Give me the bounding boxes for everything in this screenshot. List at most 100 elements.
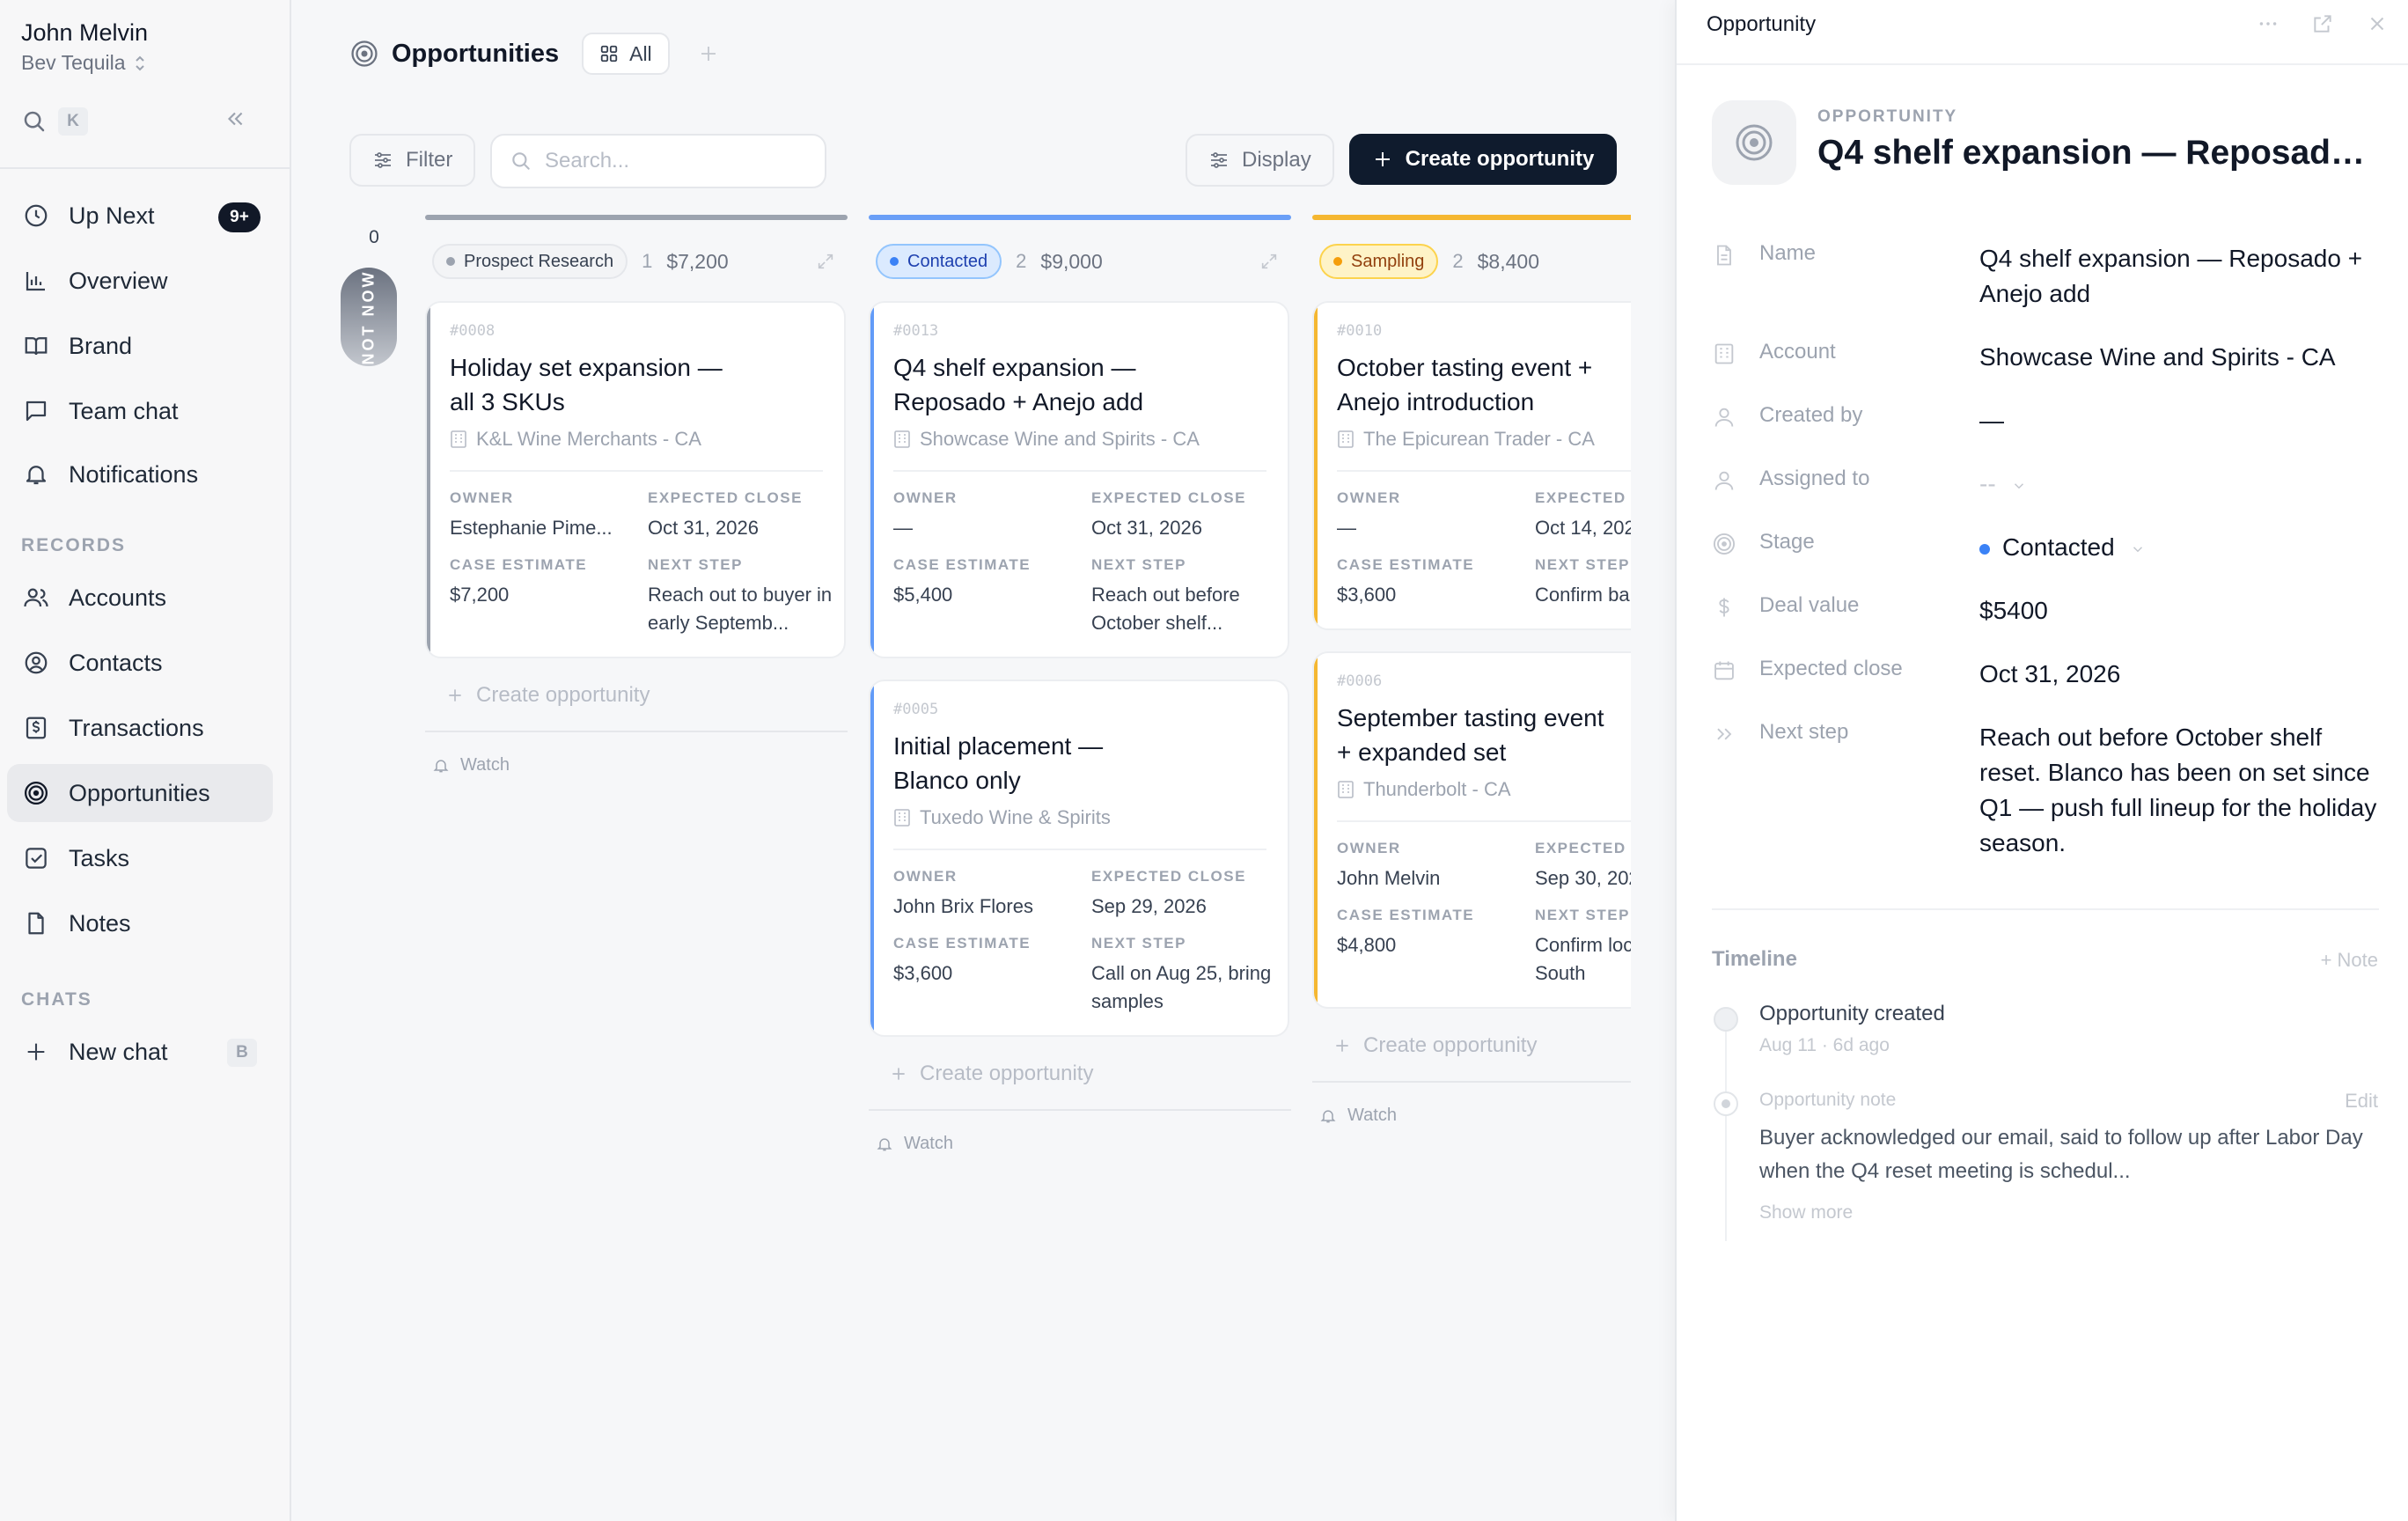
- sidebar-item-notifications[interactable]: Notifications: [7, 445, 273, 503]
- expected-close-label: EXPECTED CLOSE: [1091, 489, 1246, 506]
- sidebar-item-label: Team chat: [69, 397, 179, 424]
- not-now-lane-toggle[interactable]: NOT NOW: [341, 268, 397, 366]
- open-external-icon[interactable]: [2311, 12, 2334, 35]
- opportunity-card[interactable]: #0005 Initial placement — Blanco only Tu…: [869, 680, 1289, 1037]
- search-icon[interactable]: [21, 108, 48, 135]
- user-name[interactable]: John Melvin: [21, 19, 148, 47]
- expected-close-value: Oct 14, 2026: [1535, 517, 1631, 539]
- add-opportunity-button[interactable]: Create opportunity: [425, 683, 848, 708]
- next-step-value: Reach out before October shelf...: [1091, 584, 1240, 634]
- case-estimate-value: $5,400: [893, 584, 953, 606]
- field-label: Created by: [1759, 403, 1863, 427]
- sidebar-item-accounts[interactable]: Accounts: [7, 569, 273, 627]
- card-account: Showcase Wine and Spirits - CA: [893, 428, 1266, 451]
- expected-close-label: EXPECTED CLOSE: [1535, 840, 1631, 856]
- sidebar-item-team-chat[interactable]: Team chat: [7, 382, 273, 440]
- card-id: #0010: [1337, 322, 1383, 340]
- case-estimate-label: CASE ESTIMATE: [1337, 907, 1475, 923]
- deal-value[interactable]: $5400: [1979, 593, 2390, 628]
- next-step-value: Call on Aug 25, bring samples: [1091, 962, 1272, 1012]
- case-estimate-value: $7,200: [450, 584, 510, 606]
- stage-name: Contacted: [907, 251, 988, 271]
- stage-name: Sampling: [1351, 251, 1425, 271]
- bell-icon: [1319, 1107, 1337, 1125]
- sidebar-item-transactions[interactable]: Transactions: [7, 699, 273, 757]
- sidebar-item-label: Up Next: [69, 202, 155, 229]
- create-opportunity-button[interactable]: Create opportunity: [1349, 134, 1617, 185]
- opportunity-card[interactable]: #0010 October tasting event + Anejo intr…: [1312, 301, 1631, 630]
- user-icon: [1712, 405, 1736, 430]
- add-opportunity-button[interactable]: Create opportunity: [1312, 1033, 1631, 1058]
- card-accent: [1314, 653, 1318, 1007]
- stage-value: Contacted: [2002, 533, 2115, 561]
- watch-column-button[interactable]: Watch: [425, 755, 848, 775]
- target-icon: [1712, 532, 1736, 556]
- next-step-value[interactable]: Reach out before October shelf reset. Bl…: [1979, 720, 2390, 861]
- chat-bubble-icon: [21, 396, 51, 426]
- opportunity-card[interactable]: #0006 September tasting event + expanded…: [1312, 651, 1631, 1009]
- opportunity-card[interactable]: #0013 Q4 shelf expansion — Reposado + An…: [869, 301, 1289, 658]
- search-input[interactable]: Search...: [490, 134, 826, 188]
- plus-icon: [21, 1037, 51, 1067]
- new-chat-button[interactable]: New chat B: [7, 1023, 273, 1081]
- sidebar-item-up-next[interactable]: Up Next 9+: [7, 187, 273, 245]
- contact-circle-icon: [21, 648, 51, 678]
- account-value[interactable]: Showcase Wine and Spirits - CA: [1979, 340, 2390, 375]
- view-all-tab[interactable]: All: [582, 33, 670, 75]
- add-opportunity-button[interactable]: Create opportunity: [869, 1062, 1291, 1086]
- add-opportunity-label: Create opportunity: [476, 683, 650, 707]
- collapse-sidebar-icon[interactable]: [224, 107, 246, 130]
- view-label: All: [629, 41, 652, 65]
- card-divider: [893, 849, 1266, 850]
- stage-chip[interactable]: Prospect Research: [432, 244, 628, 279]
- column-sampling: Sampling 2 $8,400 #0010 October tasting …: [1312, 215, 1631, 1126]
- add-view-button[interactable]: [698, 43, 719, 64]
- add-opportunity-label: Create opportunity: [920, 1062, 1094, 1085]
- owner-value: John Brix Flores: [893, 895, 1033, 917]
- expected-close-label: EXPECTED CLOSE: [1091, 868, 1246, 885]
- owner-value: —: [893, 517, 913, 539]
- sidebar-item-opportunities[interactable]: Opportunities: [7, 764, 273, 822]
- watch-label: Watch: [460, 755, 510, 775]
- expand-icon[interactable]: [1259, 252, 1279, 271]
- timeline-event-meta: Aug 11 · 6d ago: [1759, 1035, 1890, 1055]
- building-icon: [1337, 780, 1354, 799]
- add-note-button[interactable]: + Note: [2321, 949, 2378, 972]
- stage-chip[interactable]: Sampling: [1319, 244, 1439, 279]
- close-icon[interactable]: [2366, 12, 2389, 35]
- opportunity-card[interactable]: #0008 Holiday set expansion — all 3 SKUs…: [425, 301, 846, 658]
- assigned-to-select[interactable]: --: [1979, 467, 2390, 502]
- sidebar-search[interactable]: K: [21, 104, 259, 139]
- opportunity-detail-panel: Opportunity OPPORTUNITY Q4 shelf expansi…: [1675, 0, 2408, 1521]
- expand-icon[interactable]: [816, 252, 835, 271]
- more-options-icon[interactable]: [2257, 12, 2280, 35]
- expected-close-value[interactable]: Oct 31, 2026: [1979, 657, 2390, 692]
- sidebar-item-tasks[interactable]: Tasks: [7, 829, 273, 887]
- not-now-label: NOT NOW: [359, 269, 378, 364]
- case-estimate-label: CASE ESTIMATE: [450, 556, 588, 573]
- board-area: Opportunities All Filter Search... Displ…: [291, 0, 1675, 1521]
- sidebar-item-contacts[interactable]: Contacts: [7, 634, 273, 692]
- expected-close-label: EXPECTED CLOSE: [1535, 489, 1631, 506]
- watch-column-button[interactable]: Watch: [1312, 1106, 1631, 1126]
- sliders-icon: [372, 150, 393, 171]
- stage-chip[interactable]: Contacted: [876, 244, 1002, 279]
- show-more-link[interactable]: Show more: [1759, 1202, 1853, 1223]
- filter-button[interactable]: Filter: [349, 134, 476, 187]
- case-estimate-label: CASE ESTIMATE: [893, 556, 1031, 573]
- card-title: Initial placement — Blanco only: [893, 732, 1104, 794]
- watch-column-button[interactable]: Watch: [869, 1134, 1291, 1154]
- sidebar-item-overview[interactable]: Overview: [7, 252, 273, 310]
- workspace-switcher[interactable]: Bev Tequila: [21, 51, 147, 75]
- sidebar-item-brand[interactable]: Brand: [7, 317, 273, 375]
- name-value[interactable]: Q4 shelf expansion — Reposado + Anejo ad…: [1979, 241, 2390, 312]
- case-estimate-label: CASE ESTIMATE: [1337, 556, 1475, 573]
- edit-note-button[interactable]: Edit: [2345, 1090, 2378, 1113]
- card-account: K&L Wine Merchants - CA: [450, 428, 823, 451]
- field-label: Account: [1759, 340, 1836, 364]
- stage-select[interactable]: Contacted: [1979, 530, 2390, 565]
- column-color-bar: [425, 215, 848, 220]
- sidebar-item-notes[interactable]: Notes: [7, 894, 273, 952]
- display-button[interactable]: Display: [1186, 134, 1334, 187]
- not-now-count: 0: [369, 227, 379, 247]
